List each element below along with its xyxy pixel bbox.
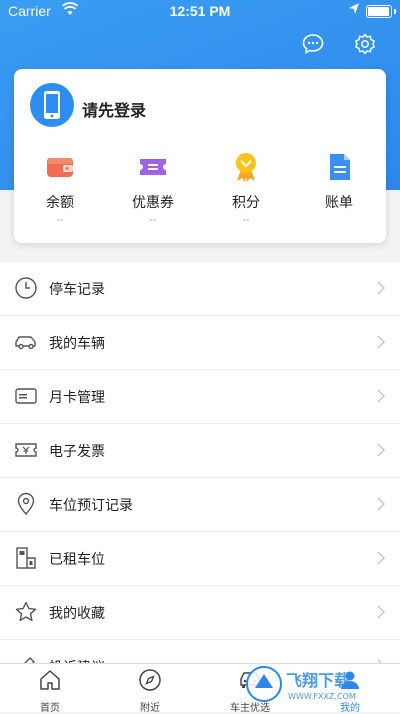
chevron-right-icon xyxy=(377,497,386,511)
stat-points[interactable]: 积分 -- xyxy=(206,151,286,226)
invoice-icon xyxy=(15,443,37,457)
star-icon xyxy=(15,601,37,622)
chevron-right-icon xyxy=(377,389,386,403)
battery-tip xyxy=(394,9,396,14)
clock-icon xyxy=(15,277,37,299)
card-icon xyxy=(15,388,37,404)
gear-icon[interactable] xyxy=(353,32,377,56)
menu-item-parking-records[interactable]: 停车记录 xyxy=(0,262,400,316)
menu-item-space-booking[interactable]: 车位预订记录 xyxy=(0,478,400,532)
chevron-right-icon xyxy=(377,335,386,349)
watermark-sub: WWW.FXXZ.COM xyxy=(288,692,356,701)
menu-item-favorites[interactable]: 我的收藏 xyxy=(0,586,400,640)
menu-item-my-vehicles[interactable]: 我的车辆 xyxy=(0,316,400,370)
tab-label: 首页 xyxy=(40,703,60,714)
menu-item-label: 电子发票 xyxy=(49,443,105,459)
chevron-right-icon xyxy=(377,551,386,565)
watermark-text: 飞翔下载 xyxy=(286,671,350,690)
coupon-icon xyxy=(140,159,166,175)
watermark-logo: 飞翔下载 WWW.FXXZ.COM xyxy=(246,666,356,702)
menu-item-monthly-card[interactable]: 月卡管理 xyxy=(0,370,400,424)
menu-item-label: 停车记录 xyxy=(49,281,105,297)
location-arrow-icon xyxy=(349,3,359,14)
home-icon xyxy=(40,670,60,690)
compass-icon xyxy=(139,669,161,691)
stat-value: -- xyxy=(242,214,250,226)
wallet-icon xyxy=(47,158,73,177)
battery-icon xyxy=(366,5,392,18)
status-bar: Carrier 12:51 PM xyxy=(0,0,400,22)
stat-value: -- xyxy=(56,214,64,226)
stat-label: 余额 xyxy=(46,194,74,210)
avatar[interactable] xyxy=(30,83,74,127)
profile-card: 请先登录 余额 -- 优惠券 -- 积分 -- 账单 xyxy=(14,69,386,243)
chevron-right-icon xyxy=(377,281,386,295)
clock-time: 12:51 PM xyxy=(169,3,231,19)
tab-nearby[interactable]: 附近 xyxy=(110,668,190,714)
menu-list: 停车记录 我的车辆 月卡管理 电子发票 车位预订记录 已租车位 我的收藏 xyxy=(0,262,400,694)
stat-value: -- xyxy=(149,214,157,226)
tab-label: 附近 xyxy=(140,703,160,714)
stat-label: 优惠券 xyxy=(132,194,174,210)
menu-item-label: 已租车位 xyxy=(49,551,105,567)
menu-item-label: 月卡管理 xyxy=(49,389,105,405)
tab-home[interactable]: 首页 xyxy=(10,668,90,714)
login-prompt[interactable]: 请先登录 xyxy=(82,97,146,121)
car-icon xyxy=(15,336,36,350)
location-pin-icon xyxy=(17,492,35,516)
parking-lot-icon xyxy=(16,547,36,569)
stat-bill[interactable]: 账单 xyxy=(299,151,379,214)
stat-label: 积分 xyxy=(232,194,260,210)
bill-icon xyxy=(330,154,350,180)
chevron-right-icon xyxy=(377,605,386,619)
menu-item-label: 车位预订记录 xyxy=(49,497,133,513)
medal-icon xyxy=(236,153,256,182)
stat-label: 账单 xyxy=(325,194,353,210)
chat-bubble-icon[interactable] xyxy=(301,32,325,56)
menu-item-rented-spaces[interactable]: 已租车位 xyxy=(0,532,400,586)
menu-item-label: 我的车辆 xyxy=(49,335,105,351)
stat-coupon[interactable]: 优惠券 -- xyxy=(113,151,193,226)
chevron-right-icon xyxy=(377,443,386,457)
stat-balance[interactable]: 余额 -- xyxy=(20,151,100,226)
menu-item-e-invoice[interactable]: 电子发票 xyxy=(0,424,400,478)
menu-item-label: 我的收藏 xyxy=(49,605,105,621)
phone-icon xyxy=(44,91,60,119)
